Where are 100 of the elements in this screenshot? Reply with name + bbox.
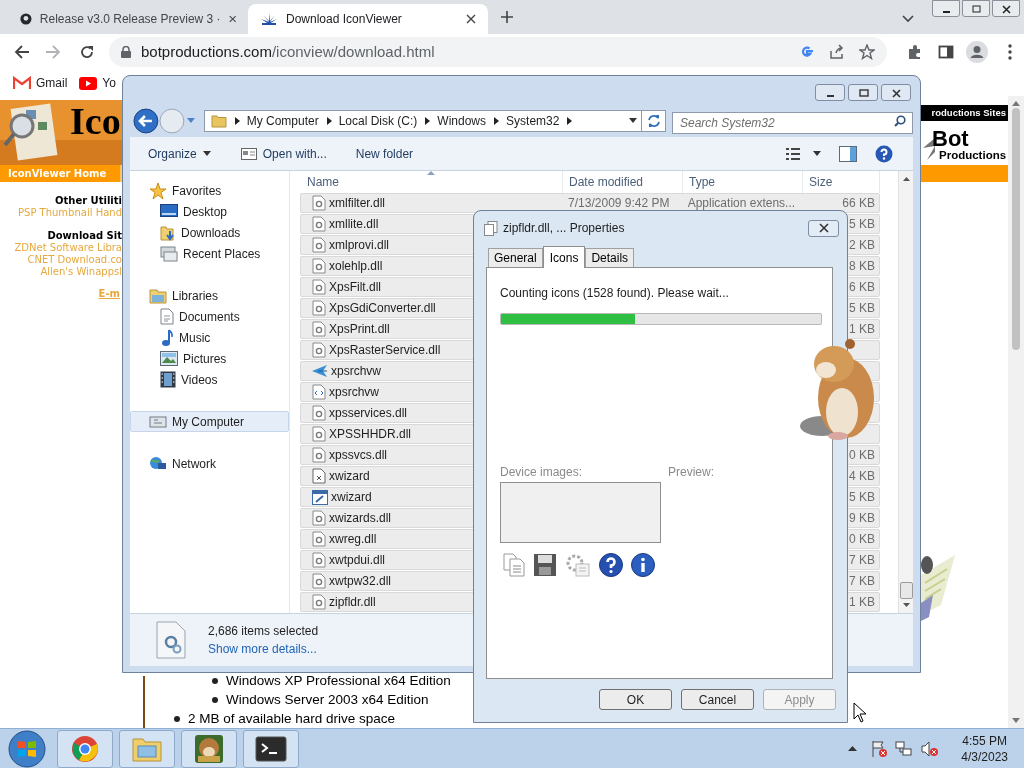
section-heading: Download Sit [47, 230, 122, 242]
dialog-tab[interactable]: Details [585, 248, 635, 267]
help-icon[interactable] [599, 553, 623, 577]
size-cell-text: 8 KB [849, 258, 875, 275]
back-icon[interactable] [133, 107, 159, 134]
chevron-icon[interactable] [234, 116, 240, 125]
share-icon[interactable] [829, 44, 845, 60]
dropdown-icon[interactable] [629, 118, 638, 123]
close-button[interactable] [808, 219, 839, 237]
size-cell-text: 5 KB [849, 216, 875, 233]
file-name: xpsservices.dll [329, 405, 408, 422]
dialog-button[interactable]: OK [599, 689, 672, 710]
close-button[interactable] [881, 84, 911, 101]
file-name: xwtpdui.dll [329, 552, 386, 569]
dialog-button[interactable]: Cancel [681, 689, 754, 710]
taskbar-button[interactable] [181, 729, 237, 768]
search-field[interactable]: Search System32 [672, 111, 913, 134]
bookmark-link[interactable]: Yo [79, 74, 116, 92]
taskbar-button[interactable] [243, 729, 299, 768]
help-icon[interactable] [875, 144, 893, 163]
maximize-button[interactable] [848, 84, 878, 101]
speaker-muted-icon[interactable] [921, 739, 940, 758]
bookmark-link[interactable]: Gmail [13, 74, 68, 92]
scroll-up-icon[interactable] [1012, 101, 1020, 106]
list-scrollbar[interactable] [898, 171, 913, 613]
new-tab-icon[interactable] [500, 10, 514, 24]
google-g-icon[interactable] [799, 44, 815, 60]
star-icon[interactable] [859, 44, 875, 60]
window-icon [312, 489, 328, 505]
size-cell-text: 7 KB [849, 573, 875, 590]
breadcrumb-item[interactable]: Windows [437, 111, 487, 130]
back-icon[interactable] [14, 44, 30, 60]
chevron-icon[interactable] [494, 116, 500, 125]
nav-item[interactable]: Recent Places [130, 243, 289, 264]
chevron-icon[interactable] [425, 116, 431, 125]
close-icon[interactable] [228, 14, 236, 24]
toolbar-button[interactable]: Open with... [240, 144, 327, 163]
close-icon[interactable] [466, 14, 476, 24]
minimize-button[interactable] [815, 84, 845, 101]
nav-item[interactable]: Libraries [130, 285, 289, 306]
network-icon[interactable] [895, 739, 914, 758]
size-cell-text: 5 KB [849, 489, 875, 506]
chevron-icon[interactable] [326, 116, 332, 125]
scroll-up-icon[interactable] [902, 177, 910, 181]
preview-pane-icon[interactable] [839, 145, 857, 162]
nav-item[interactable]: Music [130, 327, 289, 348]
gear-document-icon [154, 620, 188, 660]
toolbar-button[interactable]: Organize [148, 144, 211, 163]
clock[interactable]: 4:55 PM 4/3/2023 [961, 732, 1008, 765]
menu-icon[interactable] [1008, 44, 1012, 60]
refresh-icon[interactable] [646, 113, 661, 128]
dialog-tab[interactable]: General [488, 248, 543, 267]
nav-item[interactable]: Pictures [130, 348, 289, 369]
nav-item[interactable]: Favorites [130, 180, 289, 201]
search-icon[interactable] [894, 114, 906, 127]
breadcrumb-item[interactable]: Local Disk (C:) [338, 111, 418, 130]
lock-icon[interactable] [121, 46, 131, 58]
file-name: xwreg.dll [329, 531, 377, 548]
file-name: xpssvcs.dll [329, 447, 387, 464]
profile-icon[interactable] [966, 41, 988, 63]
document-icon [312, 468, 326, 484]
info-icon[interactable] [631, 553, 655, 577]
details-link[interactable]: Show more details... [208, 640, 319, 658]
side-panel-icon[interactable] [938, 44, 954, 60]
reload-icon[interactable] [79, 44, 95, 60]
show-hidden-icons-icon[interactable] [848, 746, 858, 751]
toolbar-button[interactable]: New folder [355, 144, 414, 163]
chevron-down-icon[interactable] [902, 15, 914, 23]
nav-item[interactable]: Documents [130, 306, 289, 327]
nav-item[interactable]: Network [130, 453, 289, 474]
puzzle-icon[interactable] [907, 44, 923, 60]
nav-item[interactable]: Downloads [130, 222, 289, 243]
address-bar[interactable]: My Computer Local Disk (C:) Windows System32 [203, 109, 643, 132]
nav-item[interactable]: Videos [130, 369, 289, 390]
scrollbar-thumb[interactable] [1012, 108, 1020, 350]
file-row[interactable]: xmlfilter.dll 7/13/2009 9:42 PM Application extens... 66 KB [300, 193, 880, 213]
close-button[interactable] [992, 0, 1020, 17]
column-header[interactable]: Name [300, 171, 562, 193]
scroll-down-icon[interactable] [902, 603, 910, 607]
breadcrumb-item[interactable]: My Computer [246, 111, 319, 130]
image-list[interactable] [500, 482, 661, 543]
page-scrollbar[interactable] [1008, 96, 1024, 728]
dialog-tab[interactable]: Icons [542, 246, 586, 268]
chevron-icon[interactable] [567, 116, 573, 125]
nav-item[interactable]: My Computer [130, 411, 289, 432]
browser-tab[interactable]: Release v3.0 Release Preview 3 · [8, 4, 248, 34]
scroll-down-icon[interactable] [1012, 718, 1020, 723]
address-field[interactable]: botproductions.com/iconview/download.html [109, 37, 887, 67]
breadcrumb-item[interactable]: System32 [506, 111, 560, 130]
scrollbar-thumb[interactable] [899, 582, 913, 599]
list-view-icon[interactable] [785, 146, 801, 161]
nav-item[interactable]: Desktop [130, 201, 289, 222]
browser-tab[interactable]: Download IconViewer [248, 4, 488, 34]
gear-document-icon [312, 237, 326, 253]
start-button[interactable] [7, 729, 47, 768]
caret-icon[interactable] [813, 151, 821, 156]
minimize-button[interactable] [932, 0, 960, 17]
star-icon [149, 181, 167, 200]
list-item: Windows Server 2003 x64 Edition [226, 691, 429, 709]
flag-icon[interactable] [871, 739, 888, 758]
